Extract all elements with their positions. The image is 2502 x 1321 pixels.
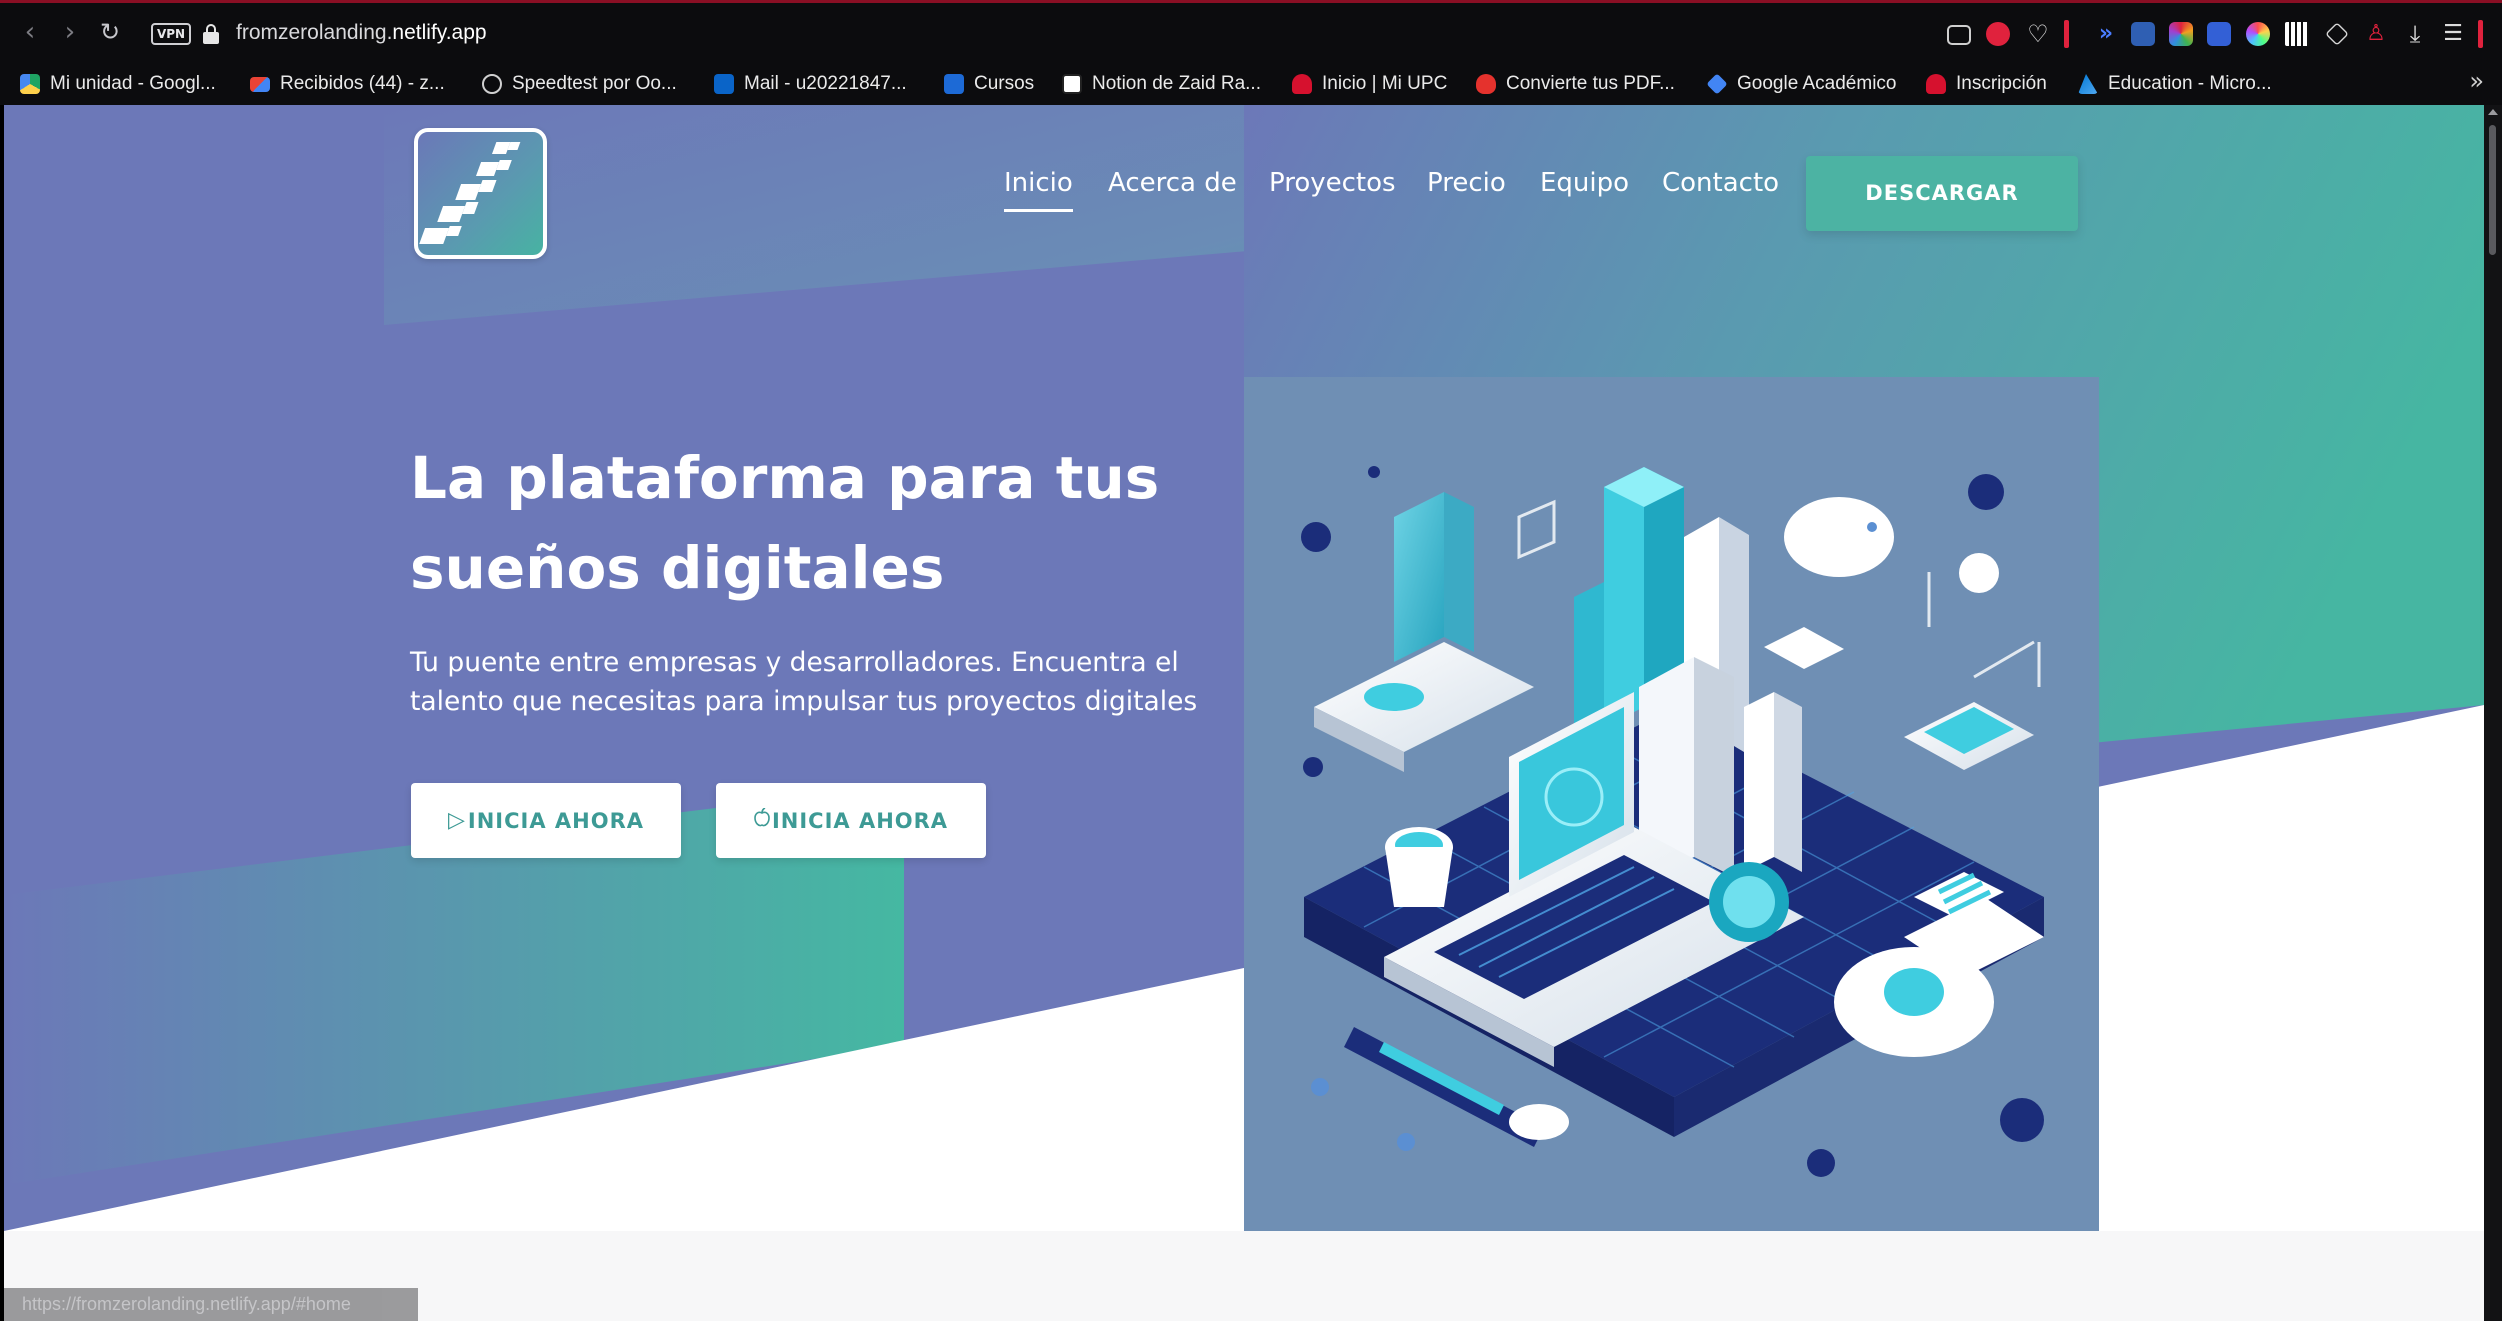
nav-link-acerca-de[interactable]: Acerca de <box>1108 168 1237 198</box>
address-bar[interactable]: fromzerolanding.netlify.app <box>236 21 487 45</box>
sidebar-icon[interactable] <box>2207 22 2231 46</box>
cta-label: INICIA AHORA <box>771 808 949 833</box>
hero-illustration <box>1244 377 2099 1231</box>
bookmark-notion[interactable]: Notion de Zaid Ra... <box>1062 69 1261 99</box>
bookmark-inscripcion[interactable]: Inscripción <box>1926 69 2047 99</box>
scholar-icon <box>1706 73 1728 95</box>
bookmark-label: Speedtest por Oo... <box>512 73 677 94</box>
bookmark-label: Mail - u20221847... <box>744 73 907 94</box>
url-host: netlify.app <box>392 21 487 44</box>
heart-icon[interactable]: ♡ <box>2026 22 2050 46</box>
nav-link-proyectos[interactable]: Proyectos <box>1269 168 1396 198</box>
more-bookmarks-icon[interactable]: » <box>2469 67 2484 95</box>
menu-icon[interactable]: ☰ <box>2441 22 2465 46</box>
bookmark-label: Education - Micro... <box>2108 73 2272 94</box>
outlook-icon <box>714 74 734 94</box>
logo-mark-icon <box>419 142 521 244</box>
nav-link-inicio[interactable]: Inicio <box>1004 168 1073 212</box>
start-now-play-button[interactable]: ▷ INICIA AHORA <box>411 783 681 858</box>
camera-icon[interactable] <box>1947 25 1971 45</box>
canvas-icon <box>944 74 964 94</box>
start-now-apple-button[interactable]: INICIA AHORA <box>716 783 986 858</box>
notification-strip-icon <box>2478 20 2483 48</box>
upc-icon <box>1926 74 1946 94</box>
pdf-heart-icon <box>1476 74 1496 94</box>
download-icon[interactable]: ⤓ <box>2403 22 2427 46</box>
extension-icon[interactable] <box>2064 20 2069 48</box>
bookmark-speedtest[interactable]: Speedtest por Oo... <box>482 69 677 99</box>
brand-logo[interactable] <box>414 128 547 259</box>
dictionary-icon[interactable]: » <box>2094 22 2118 46</box>
vpn-badge[interactable]: VPN <box>151 23 191 45</box>
hero-subtitle: Tu puente entre empresas y desarrollador… <box>410 647 1198 717</box>
cta-label: INICIA AHORA <box>467 808 644 833</box>
back-arrow-icon[interactable]: ‹ <box>16 18 44 46</box>
bookmark-label: Inicio | Mi UPC <box>1322 73 1448 94</box>
speedtest-icon <box>482 74 502 94</box>
nav-link-equipo[interactable]: Equipo <box>1540 168 1629 198</box>
hero-section: Inicio Acerca de Proyectos Precio Equipo… <box>4 105 2484 1231</box>
bookmark-cursos[interactable]: Cursos <box>944 69 1034 99</box>
apple-icon <box>754 806 770 834</box>
upc-icon <box>1292 74 1312 94</box>
isometric-tech-illustration <box>1301 466 2044 1177</box>
bookmark-mi-upc[interactable]: Inicio | Mi UPC <box>1292 69 1447 99</box>
bookmark-label: Recibidos (44) - z... <box>280 73 445 94</box>
url-prefix: fromzerolanding. <box>236 21 393 44</box>
bookmark-label: Convierte tus PDF... <box>1506 73 1675 94</box>
play-icon: ▷ <box>447 808 466 833</box>
color-picker-icon[interactable] <box>2169 22 2193 46</box>
profile-icon[interactable]: ♙ <box>2364 22 2388 46</box>
hero-title: La plataforma para tus sueños digitales <box>410 444 1160 602</box>
status-bar-url: https://fromzerolanding.netlify.app/#hom… <box>4 1288 418 1321</box>
bookmark-label: Mi unidad - Googl... <box>50 73 216 94</box>
page-scrollbar[interactable] <box>2484 105 2502 1321</box>
browser-toolbar: ‹ › ↻ VPN fromzerolanding.netlify.app ♡ … <box>0 6 2502 62</box>
bookmarks-bar: Mi unidad - Googl... Recibidos (44) - z.… <box>0 63 2502 105</box>
scroll-up-arrow-icon[interactable] <box>2488 109 2498 115</box>
notion-icon <box>1062 74 1082 94</box>
download-button[interactable]: DESCARGAR <box>1806 156 2078 231</box>
bookmark-gmail[interactable]: Recibidos (44) - z... <box>250 69 445 99</box>
bookmark-outlook[interactable]: Mail - u20221847... <box>714 69 907 99</box>
bookmark-google-drive[interactable]: Mi unidad - Googl... <box>20 69 216 99</box>
azure-icon <box>2078 74 2098 94</box>
pocket-icon[interactable] <box>1986 22 2010 46</box>
browser-chrome: ‹ › ↻ VPN fromzerolanding.netlify.app ♡ … <box>0 0 2502 105</box>
gmail-icon <box>250 76 270 92</box>
bookmark-google-academico[interactable]: Google Académico <box>1706 69 1897 99</box>
bookmark-label: Google Académico <box>1737 73 1897 94</box>
bookmark-pdf[interactable]: Convierte tus PDF... <box>1476 69 1675 99</box>
bookmark-label: Inscripción <box>1956 73 2047 94</box>
page-viewport: Inicio Acerca de Proyectos Precio Equipo… <box>4 105 2484 1321</box>
lock-icon[interactable] <box>203 24 219 44</box>
reload-icon[interactable]: ↻ <box>96 18 124 46</box>
bookmark-azure-education[interactable]: Education - Micro... <box>2078 69 2272 99</box>
bookmark-label: Notion de Zaid Ra... <box>1092 73 1261 94</box>
ublock-icon[interactable] <box>2131 22 2155 46</box>
nav-link-contacto[interactable]: Contacto <box>1662 168 1779 198</box>
google-drive-icon <box>20 74 40 94</box>
box-icon[interactable] <box>2325 22 2349 46</box>
nav-link-precio[interactable]: Precio <box>1427 168 1506 198</box>
bookmark-label: Cursos <box>974 73 1035 94</box>
qr-icon[interactable] <box>2285 22 2309 46</box>
forward-arrow-icon[interactable]: › <box>56 18 84 46</box>
palette-icon[interactable] <box>2246 22 2270 46</box>
scrollbar-thumb[interactable] <box>2489 125 2496 255</box>
